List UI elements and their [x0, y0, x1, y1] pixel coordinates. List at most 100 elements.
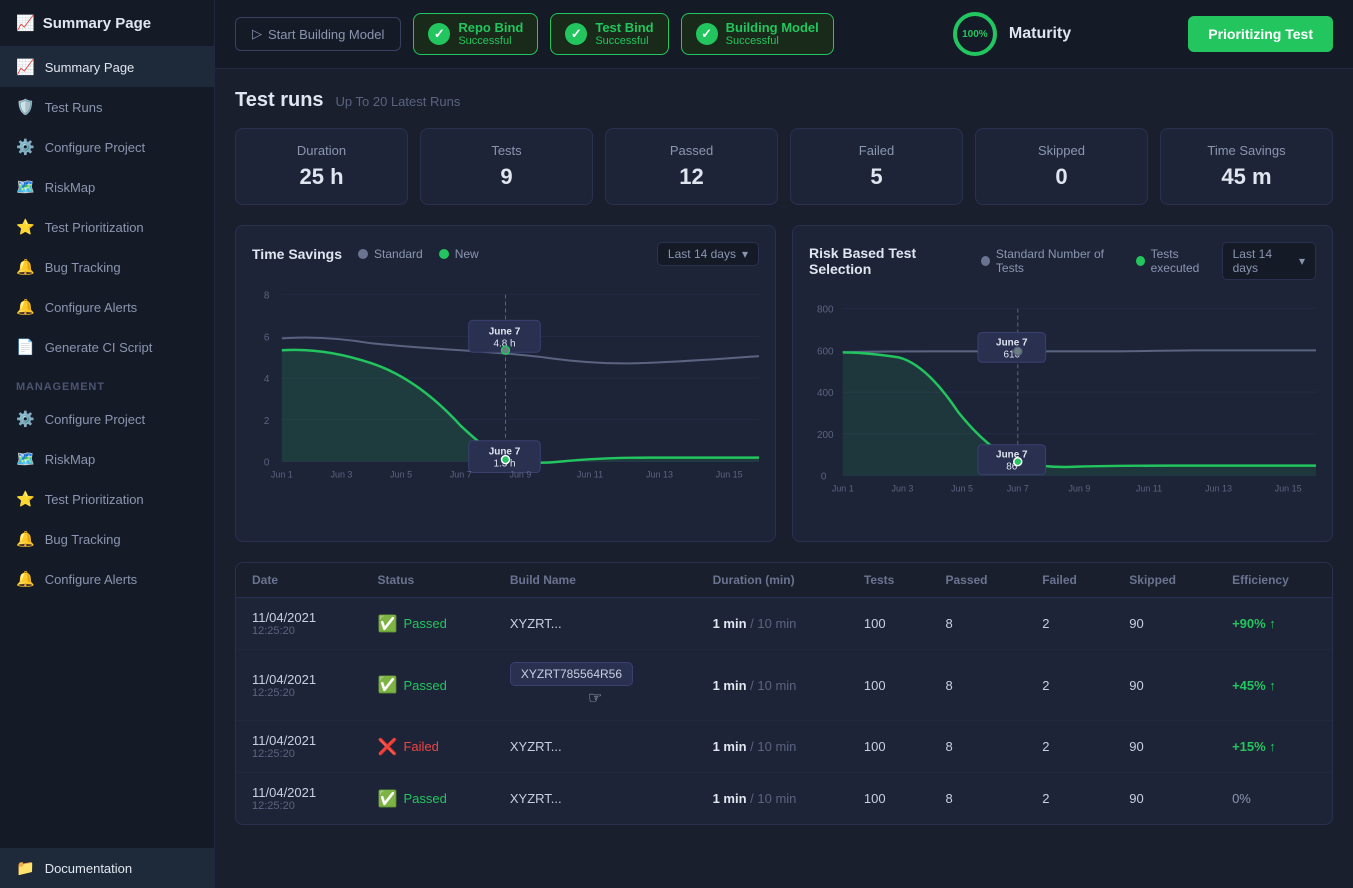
- svg-text:Jun 7: Jun 7: [450, 470, 472, 480]
- stat-time-savings: Time Savings 45 m: [1160, 128, 1333, 205]
- cell-status: ✅Passed: [362, 650, 494, 721]
- sidebar-item-bug-tracking[interactable]: 🔔 Bug Tracking: [0, 247, 214, 287]
- cell-status: ✅Passed: [362, 598, 494, 650]
- time-savings-chart-header: Time Savings Standard New: [252, 242, 759, 266]
- svg-text:0: 0: [264, 458, 270, 469]
- prioritize-button[interactable]: Prioritizing Test: [1188, 16, 1333, 52]
- cell-passed: 8: [929, 773, 1026, 825]
- sidebar-item-label: Test Prioritization: [45, 220, 144, 235]
- cell-duration: 1 min / 10 min: [697, 721, 848, 773]
- start-building-button[interactable]: ▷ Start Building Model: [235, 17, 401, 51]
- svg-text:June 7: June 7: [996, 337, 1028, 348]
- col-passed: Passed: [929, 563, 1026, 598]
- sidebar-logo: 📈 Summary Page: [0, 0, 214, 47]
- table-row[interactable]: 11/04/202112:25:20❌FailedXYZRT...1 min /…: [236, 721, 1332, 773]
- svg-text:400: 400: [817, 388, 834, 399]
- logo-text: Summary Page: [43, 15, 151, 32]
- sidebar-item-generate-ci[interactable]: 📄 Generate CI Script: [0, 327, 214, 367]
- col-date: Date: [236, 563, 362, 598]
- svg-text:Jun 9: Jun 9: [1068, 484, 1090, 494]
- cell-passed: 8: [929, 650, 1026, 721]
- risk-chart-filter[interactable]: Last 14 days ▾: [1222, 242, 1316, 280]
- cell-date: 11/04/202112:25:20: [236, 650, 362, 721]
- table-row[interactable]: 11/04/202112:25:20✅PassedXYZRT785564R56☞…: [236, 650, 1332, 721]
- sidebar-item-test-runs[interactable]: 🛡️ Test Runs: [0, 87, 214, 127]
- legend-new-dot: [439, 249, 449, 259]
- stat-time-savings-value: 45 m: [1177, 164, 1316, 190]
- sidebar-item-label: Configure Alerts: [45, 572, 138, 587]
- doc-icon: 📄: [16, 338, 35, 356]
- summary-icon: 📈: [16, 58, 35, 76]
- cell-build-name: XYZRT...: [494, 598, 697, 650]
- charts-row: Time Savings Standard New: [235, 225, 1333, 542]
- svg-text:800: 800: [817, 305, 834, 316]
- risk-chart-filter-label: Last 14 days: [1233, 247, 1293, 275]
- folder-icon: 📁: [16, 859, 35, 877]
- table-row[interactable]: 11/04/202112:25:20✅PassedXYZRT...1 min /…: [236, 773, 1332, 825]
- sidebar-item-label: RiskMap: [45, 180, 96, 195]
- svg-text:6: 6: [264, 332, 270, 343]
- play-icon: ▷: [252, 26, 262, 42]
- cell-date: 11/04/202112:25:20: [236, 721, 362, 773]
- stat-duration-value: 25 h: [252, 164, 391, 190]
- svg-text:Jun 5: Jun 5: [951, 484, 973, 494]
- stat-skipped-value: 0: [992, 164, 1131, 190]
- cell-failed: 2: [1026, 773, 1113, 825]
- svg-text:2: 2: [264, 416, 270, 427]
- sidebar-item-label: Bug Tracking: [45, 260, 121, 275]
- maturity-label: Maturity: [1009, 25, 1071, 43]
- bell-icon4: 🔔: [16, 570, 35, 588]
- gear-icon2: ⚙️: [16, 410, 35, 428]
- col-status: Status: [362, 563, 494, 598]
- cell-tests: 100: [848, 598, 930, 650]
- cell-build-name: XYZRT785564R56☞: [494, 650, 697, 721]
- cell-failed: 2: [1026, 721, 1113, 773]
- sidebar-item-label: Documentation: [45, 861, 132, 876]
- stat-duration-label: Duration: [252, 143, 391, 158]
- chevron-down-icon2: ▾: [1299, 254, 1305, 268]
- svg-text:Jun 15: Jun 15: [716, 470, 743, 480]
- cell-build-name: XYZRT...: [494, 721, 697, 773]
- passed-icon: ✅: [378, 789, 398, 809]
- building-model-title: Building Model: [726, 20, 819, 36]
- sidebar-item-configure-project[interactable]: ⚙️ Configure Project: [0, 127, 214, 167]
- cell-duration: 1 min / 10 min: [697, 650, 848, 721]
- cell-skipped: 90: [1113, 773, 1216, 825]
- cell-tests: 100: [848, 773, 930, 825]
- svg-text:Jun 15: Jun 15: [1275, 484, 1302, 494]
- cell-build-name: XYZRT...: [494, 773, 697, 825]
- sidebar-item-label: RiskMap: [45, 452, 96, 467]
- stat-failed: Failed 5: [790, 128, 963, 205]
- svg-text:4: 4: [264, 374, 270, 385]
- risk-chart-title: Risk Based Test Selection: [809, 245, 965, 277]
- risk-chart-legend: Standard Number of Tests Tests executed: [981, 247, 1222, 275]
- stat-tests-label: Tests: [437, 143, 576, 158]
- sidebar-item-label: Summary Page: [45, 60, 135, 75]
- cell-tests: 100: [848, 721, 930, 773]
- svg-text:Jun 3: Jun 3: [892, 484, 914, 494]
- sidebar-item-riskmap[interactable]: 🗺️ RiskMap: [0, 167, 214, 207]
- cell-efficiency: +15% ↑: [1216, 721, 1332, 773]
- sidebar-item-mgmt-configure-project[interactable]: ⚙️ Configure Project: [0, 399, 214, 439]
- check-icon-test: ✓: [565, 23, 587, 45]
- time-savings-filter[interactable]: Last 14 days ▾: [657, 242, 759, 266]
- sidebar-item-configure-alerts[interactable]: 🔔 Configure Alerts: [0, 287, 214, 327]
- table-body: 11/04/202112:25:20✅PassedXYZRT...1 min /…: [236, 598, 1332, 825]
- sidebar-item-mgmt-riskmap[interactable]: 🗺️ RiskMap: [0, 439, 214, 479]
- table-row[interactable]: 11/04/202112:25:20✅PassedXYZRT...1 min /…: [236, 598, 1332, 650]
- sidebar-item-summary[interactable]: 📈 Summary Page: [0, 47, 214, 87]
- legend-new-label: New: [455, 247, 479, 261]
- build-name-pill[interactable]: XYZRT785564R56: [510, 662, 633, 686]
- svg-text:8: 8: [264, 291, 270, 302]
- col-skipped: Skipped: [1113, 563, 1216, 598]
- cell-duration: 1 min / 10 min: [697, 598, 848, 650]
- svg-text:June 7: June 7: [489, 326, 521, 337]
- sidebar-item-mgmt-bug-tracking[interactable]: 🔔 Bug Tracking: [0, 519, 214, 559]
- svg-text:200: 200: [817, 430, 834, 441]
- sidebar-item-test-prioritization[interactable]: ⭐ Test Prioritization: [0, 207, 214, 247]
- sidebar-item-mgmt-test-prioritization[interactable]: ⭐ Test Prioritization: [0, 479, 214, 519]
- sidebar-item-label: Configure Alerts: [45, 300, 138, 315]
- sidebar-item-documentation[interactable]: 📁 Documentation: [0, 848, 214, 888]
- risk-legend-tests-dot: [1136, 256, 1145, 266]
- sidebar-item-mgmt-configure-alerts[interactable]: 🔔 Configure Alerts: [0, 559, 214, 599]
